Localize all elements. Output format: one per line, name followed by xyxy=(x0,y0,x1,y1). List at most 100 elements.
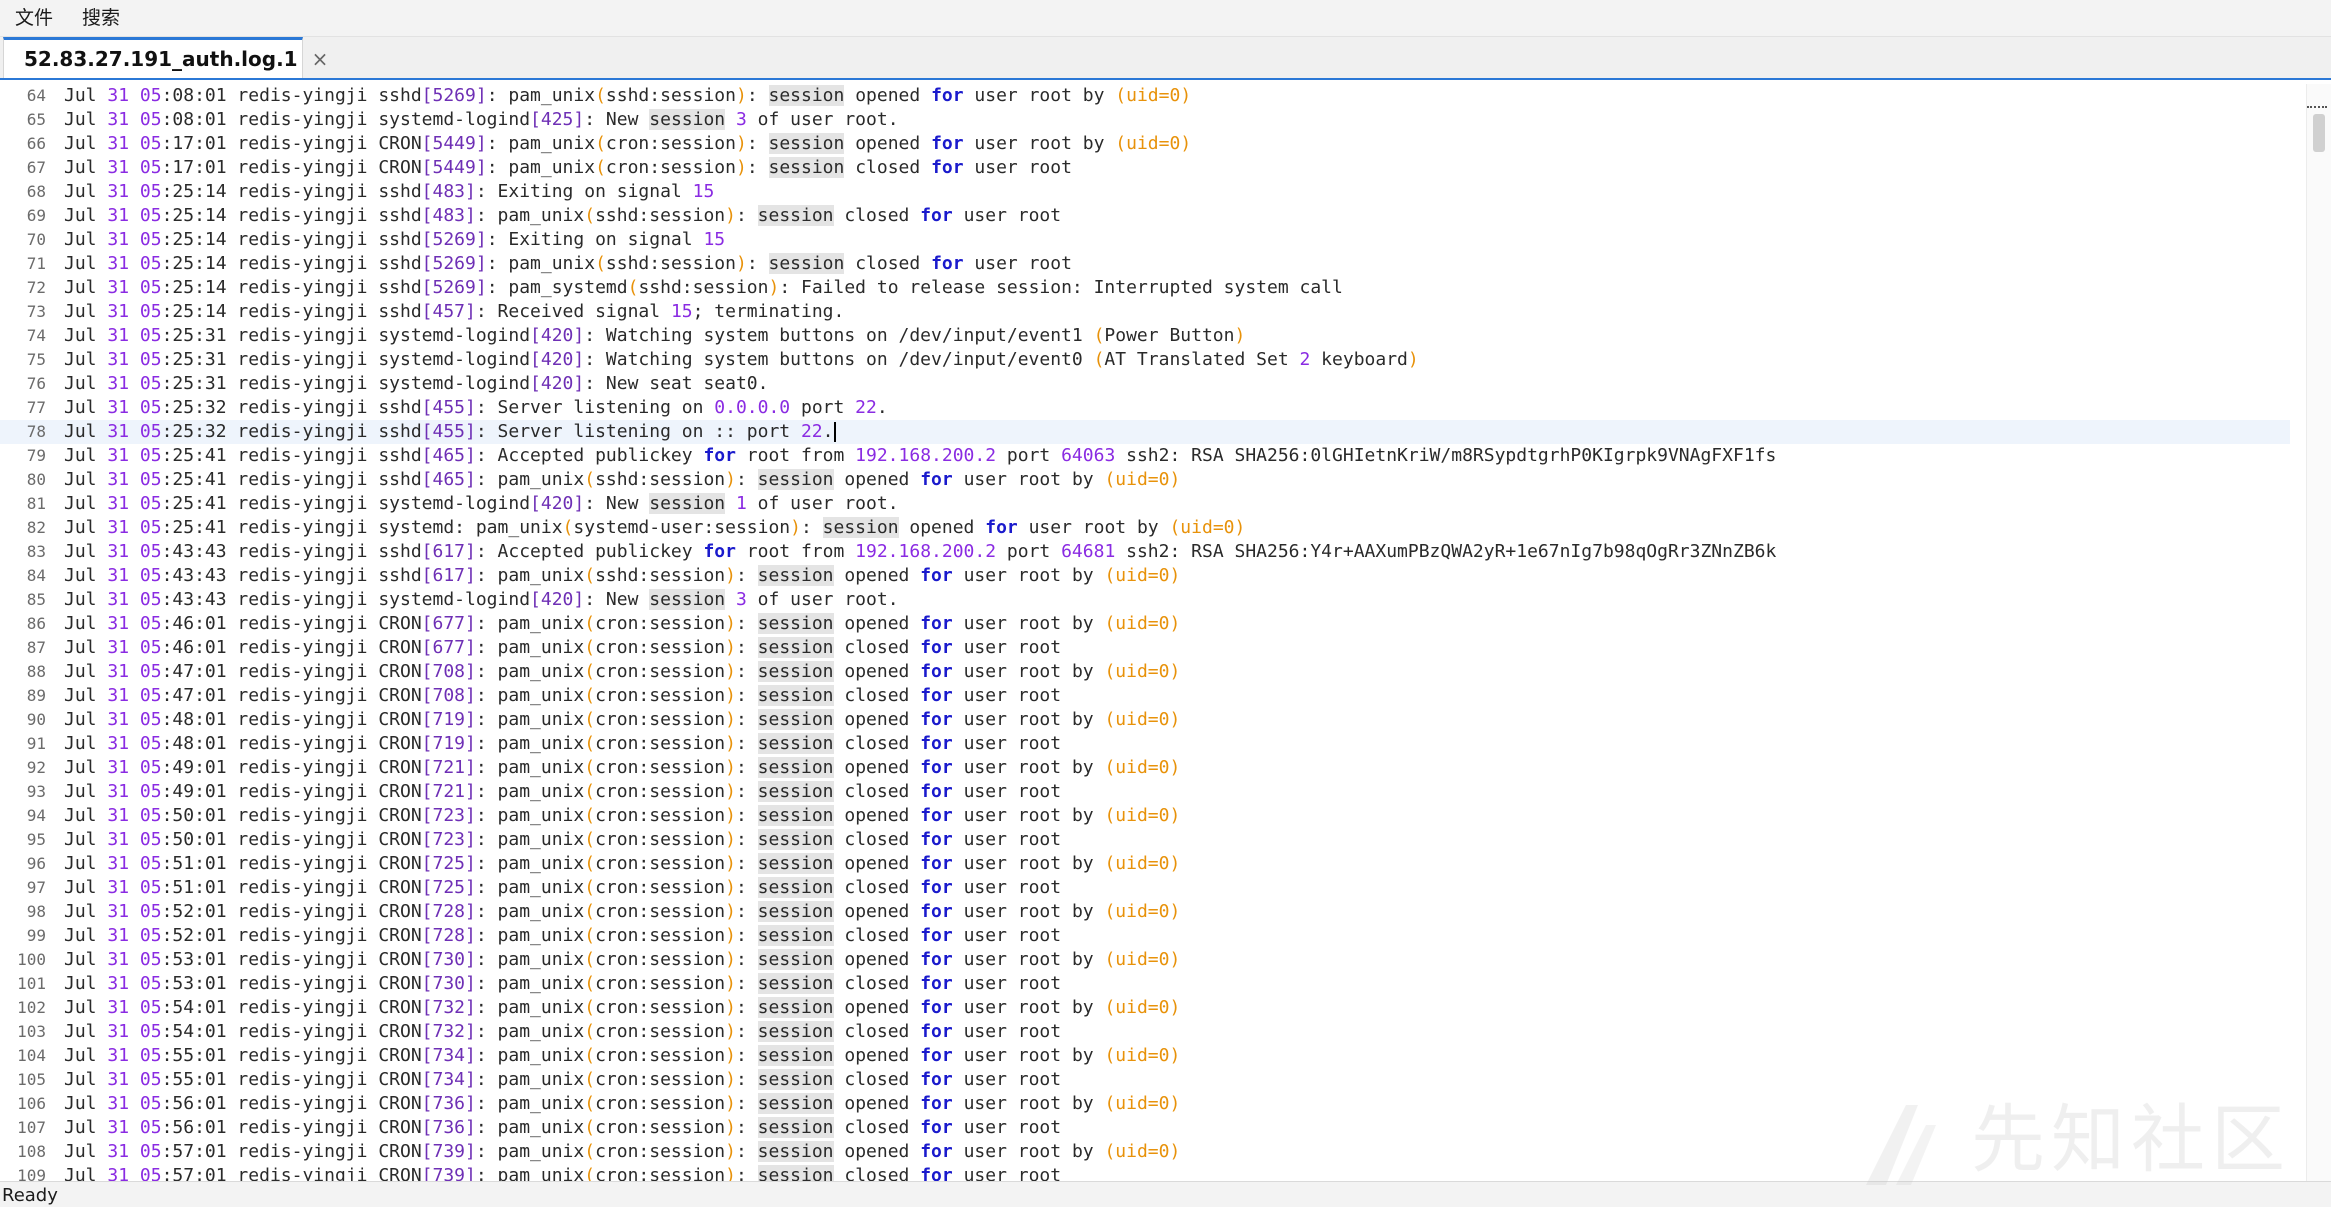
status-text: Ready xyxy=(2,1184,58,1206)
line-number: 103 xyxy=(17,1022,46,1041)
line-number: 88 xyxy=(26,662,46,681)
scrollbar-thumb[interactable] xyxy=(2313,114,2325,152)
log-line: 69 Jul 31 05:25:14 redis-yingji sshd[483]… xyxy=(0,204,2290,228)
text-editor[interactable]: 64 Jul 31 05:08:01 redis-yingji sshd[5269… xyxy=(0,84,2331,1181)
menu-search[interactable]: 搜索 xyxy=(67,0,134,36)
line-number: 101 xyxy=(17,974,46,993)
menu-file[interactable]: 文件 xyxy=(0,0,67,36)
line-number: 90 xyxy=(26,710,46,729)
line-number: 85 xyxy=(26,590,46,609)
tab-bar: 52.83.27.191_auth.log.1 × xyxy=(0,37,2331,80)
line-number: 87 xyxy=(26,638,46,657)
log-line: 83 Jul 31 05:43:43 redis-yingji sshd[617]… xyxy=(0,540,2290,564)
log-line: 74 Jul 31 05:25:31 redis-yingji systemd-l… xyxy=(0,324,2290,348)
log-line: 72 Jul 31 05:25:14 redis-yingji sshd[5269… xyxy=(0,276,2290,300)
log-line: 70 Jul 31 05:25:14 redis-yingji sshd[5269… xyxy=(0,228,2290,252)
tab-auth-log[interactable]: 52.83.27.191_auth.log.1 × xyxy=(3,37,328,78)
log-line: 102 Jul 31 05:54:01 redis-yingji CRON[732… xyxy=(0,996,2290,1020)
line-number: 100 xyxy=(17,950,46,969)
line-number: 99 xyxy=(26,926,46,945)
log-line: 65 Jul 31 05:08:01 redis-yingji systemd-l… xyxy=(0,108,2290,132)
log-line: 76 Jul 31 05:25:31 redis-yingji systemd-l… xyxy=(0,372,2290,396)
line-number: 96 xyxy=(26,854,46,873)
log-line: 106 Jul 31 05:56:01 redis-yingji CRON[736… xyxy=(0,1092,2290,1116)
log-line: 82 Jul 31 05:25:41 redis-yingji systemd: … xyxy=(0,516,2290,540)
log-line: 81 Jul 31 05:25:41 redis-yingji systemd-l… xyxy=(0,492,2290,516)
log-line: 66 Jul 31 05:17:01 redis-yingji CRON[5449… xyxy=(0,132,2290,156)
log-line: 79 Jul 31 05:25:41 redis-yingji sshd[465]… xyxy=(0,444,2290,468)
log-line: 97 Jul 31 05:51:01 redis-yingji CRON[725]… xyxy=(0,876,2290,900)
log-line: 109 Jul 31 05:57:01 redis-yingji CRON[739… xyxy=(0,1164,2290,1181)
log-line: 107 Jul 31 05:56:01 redis-yingji CRON[736… xyxy=(0,1116,2290,1140)
line-number: 93 xyxy=(26,782,46,801)
log-line: 77 Jul 31 05:25:32 redis-yingji sshd[455]… xyxy=(0,396,2290,420)
watermark: 先知社区 xyxy=(1971,1097,2291,1183)
line-number: 79 xyxy=(26,446,46,465)
log-line: 105 Jul 31 05:55:01 redis-yingji CRON[734… xyxy=(0,1068,2290,1092)
log-lines: 64 Jul 31 05:08:01 redis-yingji sshd[5269… xyxy=(0,84,2290,1181)
line-number: 83 xyxy=(26,542,46,561)
log-line: 73 Jul 31 05:25:14 redis-yingji sshd[457]… xyxy=(0,300,2290,324)
log-line: 88 Jul 31 05:47:01 redis-yingji CRON[708]… xyxy=(0,660,2290,684)
line-number: 67 xyxy=(26,158,46,177)
log-line: 78 Jul 31 05:25:32 redis-yingji sshd[455]… xyxy=(0,420,2290,444)
line-number: 104 xyxy=(17,1046,46,1065)
vertical-scrollbar[interactable] xyxy=(2306,84,2331,1181)
log-line: 85 Jul 31 05:43:43 redis-yingji systemd-l… xyxy=(0,588,2290,612)
log-line: 98 Jul 31 05:52:01 redis-yingji CRON[728]… xyxy=(0,900,2290,924)
line-number: 89 xyxy=(26,686,46,705)
line-number: 64 xyxy=(26,86,46,105)
watermark-logo-icon xyxy=(1866,1105,1936,1185)
line-number: 80 xyxy=(26,470,46,489)
line-number: 108 xyxy=(17,1142,46,1161)
line-number: 77 xyxy=(26,398,46,417)
log-line: 84 Jul 31 05:43:43 redis-yingji sshd[617]… xyxy=(0,564,2290,588)
log-line: 67 Jul 31 05:17:01 redis-yingji CRON[5449… xyxy=(0,156,2290,180)
line-number: 109 xyxy=(17,1166,46,1181)
log-line: 101 Jul 31 05:53:01 redis-yingji CRON[730… xyxy=(0,972,2290,996)
line-number: 92 xyxy=(26,758,46,777)
log-line: 93 Jul 31 05:49:01 redis-yingji CRON[721]… xyxy=(0,780,2290,804)
log-line: 89 Jul 31 05:47:01 redis-yingji CRON[708]… xyxy=(0,684,2290,708)
log-line: 104 Jul 31 05:55:01 redis-yingji CRON[734… xyxy=(0,1044,2290,1068)
line-number: 69 xyxy=(26,206,46,225)
log-line: 71 Jul 31 05:25:14 redis-yingji sshd[5269… xyxy=(0,252,2290,276)
log-line: 96 Jul 31 05:51:01 redis-yingji CRON[725]… xyxy=(0,852,2290,876)
line-number: 98 xyxy=(26,902,46,921)
log-line: 87 Jul 31 05:46:01 redis-yingji CRON[677]… xyxy=(0,636,2290,660)
log-line: 99 Jul 31 05:52:01 redis-yingji CRON[728]… xyxy=(0,924,2290,948)
line-number: 78 xyxy=(26,422,46,441)
log-line: 95 Jul 31 05:50:01 redis-yingji CRON[723]… xyxy=(0,828,2290,852)
close-icon[interactable]: × xyxy=(312,47,329,71)
line-number: 95 xyxy=(26,830,46,849)
line-number: 74 xyxy=(26,326,46,345)
line-number: 81 xyxy=(26,494,46,513)
log-line: 68 Jul 31 05:25:14 redis-yingji sshd[483]… xyxy=(0,180,2290,204)
log-line: 94 Jul 31 05:50:01 redis-yingji CRON[723]… xyxy=(0,804,2290,828)
text-caret xyxy=(833,422,836,442)
line-number: 91 xyxy=(26,734,46,753)
line-number: 65 xyxy=(26,110,46,129)
line-number: 82 xyxy=(26,518,46,537)
line-number: 106 xyxy=(17,1094,46,1113)
line-number: 105 xyxy=(17,1070,46,1089)
log-line: 91 Jul 31 05:48:01 redis-yingji CRON[719]… xyxy=(0,732,2290,756)
menu-bar: 文件 搜索 xyxy=(0,0,2331,37)
log-line: 92 Jul 31 05:49:01 redis-yingji CRON[721]… xyxy=(0,756,2290,780)
editor-window: 文件 搜索 52.83.27.191_auth.log.1 × 64 Jul 31… xyxy=(0,0,2331,1207)
line-number: 66 xyxy=(26,134,46,153)
line-number: 70 xyxy=(26,230,46,249)
log-line: 86 Jul 31 05:46:01 redis-yingji CRON[677]… xyxy=(0,612,2290,636)
tab-title: 52.83.27.191_auth.log.1 xyxy=(24,47,298,71)
line-number: 76 xyxy=(26,374,46,393)
log-line: 90 Jul 31 05:48:01 redis-yingji CRON[719]… xyxy=(0,708,2290,732)
line-number: 84 xyxy=(26,566,46,585)
line-number: 86 xyxy=(26,614,46,633)
log-line: 100 Jul 31 05:53:01 redis-yingji CRON[730… xyxy=(0,948,2290,972)
line-number: 71 xyxy=(26,254,46,273)
log-line: 64 Jul 31 05:08:01 redis-yingji sshd[5269… xyxy=(0,84,2290,108)
log-line: 75 Jul 31 05:25:31 redis-yingji systemd-l… xyxy=(0,348,2290,372)
log-line: 108 Jul 31 05:57:01 redis-yingji CRON[739… xyxy=(0,1140,2290,1164)
log-line: 80 Jul 31 05:25:41 redis-yingji sshd[465]… xyxy=(0,468,2290,492)
line-number: 75 xyxy=(26,350,46,369)
